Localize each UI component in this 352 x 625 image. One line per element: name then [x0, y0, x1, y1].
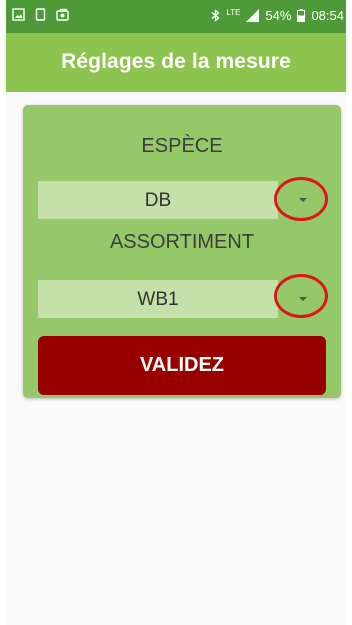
- assortment-label: ASSORTIMENT: [109, 231, 255, 253]
- content-area: ESPÈCE DB ASSORTIMENT WB1 VALIDEZ: [6, 92, 346, 625]
- assortment-selected-value: WB1: [137, 289, 179, 310]
- bluetooth-icon: [211, 9, 220, 22]
- validate-button[interactable]: VALIDEZ: [38, 336, 326, 395]
- status-right-icons: LTE 54% 08:54: [211, 8, 344, 23]
- battery-percent: 54%: [265, 8, 292, 23]
- clock: 08:54: [311, 8, 344, 23]
- page-title: Réglages de la mesure: [61, 50, 291, 73]
- phone-icon: [35, 8, 46, 21]
- app-bar: Réglages de la mesure: [6, 33, 346, 92]
- signal-icon: [246, 9, 260, 22]
- species-select[interactable]: DB: [38, 181, 278, 219]
- battery-icon: [297, 9, 306, 22]
- annotation-circle: [274, 177, 328, 221]
- status-left-icons: [12, 8, 69, 21]
- network-type: LTE: [226, 7, 241, 17]
- species-label: ESPÈCE: [141, 135, 223, 157]
- settings-card: ESPÈCE DB ASSORTIMENT WB1 VALIDEZ: [23, 105, 341, 398]
- image-icon: [12, 8, 25, 21]
- annotation-circle: [274, 274, 328, 318]
- species-selected-value: DB: [144, 190, 172, 211]
- status-bar: LTE 54% 08:54: [6, 0, 346, 33]
- assortment-select[interactable]: WB1: [38, 280, 278, 318]
- photo-icon: [56, 8, 69, 21]
